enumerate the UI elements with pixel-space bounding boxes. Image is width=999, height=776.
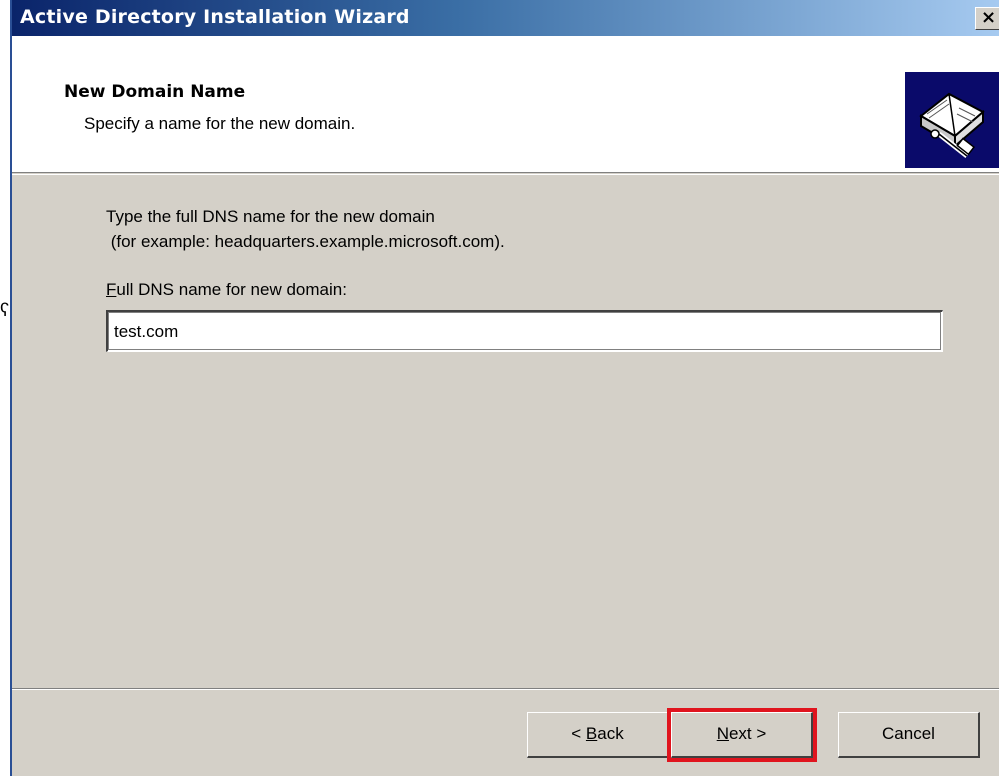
page-subtitle: Specify a name for the new domain. — [84, 114, 356, 133]
button-divider — [12, 688, 999, 690]
next-button-accelerator: N — [716, 724, 729, 743]
book-network-wizard-icon — [905, 72, 999, 168]
dns-name-label-accelerator: F — [106, 280, 117, 299]
dns-name-input[interactable] — [106, 310, 943, 352]
cancel-button[interactable]: Cancel — [838, 712, 980, 758]
instructions-line-1: Type the full DNS name for the new domai… — [106, 207, 435, 226]
dns-name-label: Full DNS name for new domain: — [106, 280, 347, 300]
window-title: Active Directory Installation Wizard — [20, 6, 410, 28]
close-button[interactable]: × — [975, 7, 999, 30]
instructions: Type the full DNS name for the new domai… — [106, 204, 505, 254]
cancel-button-label: Cancel — [882, 724, 935, 743]
wizard-window: Active Directory Installation Wizard × N… — [12, 0, 999, 776]
partial-glyph: ʕ — [0, 300, 9, 320]
background-window-strip: ʕ — [0, 0, 12, 776]
title-bar[interactable]: Active Directory Installation Wizard × — [12, 0, 999, 36]
close-icon: × — [981, 7, 997, 28]
next-button[interactable]: Next > — [671, 712, 813, 758]
back-button-accelerator: B — [585, 724, 598, 743]
instructions-line-2: (for example: headquarters.example.micro… — [106, 232, 505, 251]
next-button-label: ext > — [728, 724, 767, 743]
dns-name-label-text: ull DNS name for new domain: — [116, 280, 347, 299]
back-button-prefix: < — [571, 724, 586, 743]
back-button-label: ack — [597, 724, 624, 743]
back-button[interactable]: < Back — [527, 712, 669, 758]
wizard-header: New Domain Name Specify a name for the n… — [12, 36, 999, 175]
page-title: New Domain Name — [64, 82, 246, 102]
